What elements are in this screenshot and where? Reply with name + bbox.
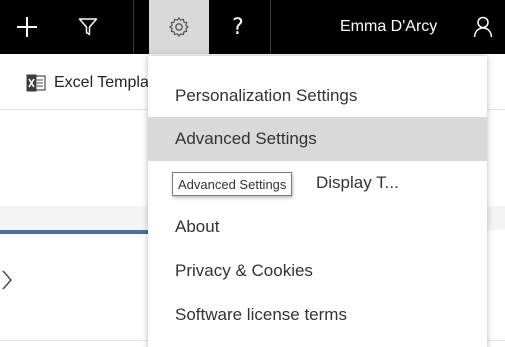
- excel-templates-label: Excel Templa: [54, 74, 149, 91]
- chevron-right-icon: [2, 270, 12, 290]
- person-icon: [473, 16, 493, 38]
- gear-icon: [169, 17, 189, 37]
- user-profile-button[interactable]: [465, 0, 501, 54]
- new-button[interactable]: [0, 0, 54, 54]
- selected-tab-indicator: [0, 230, 150, 234]
- help-button[interactable]: ?: [218, 0, 258, 54]
- excel-icon: [26, 74, 46, 92]
- tooltip: Advanced Settings: [172, 172, 293, 196]
- filter-icon: [78, 18, 98, 36]
- help-icon: ?: [232, 14, 244, 40]
- settings-button[interactable]: [149, 0, 209, 54]
- menu-item-personalization-settings[interactable]: Personalization Settings: [148, 74, 487, 118]
- settings-menu: Personalization Settings Advanced Settin…: [148, 56, 487, 347]
- filter-button[interactable]: [66, 0, 110, 54]
- nav-separator: [270, 0, 271, 54]
- excel-templates-button[interactable]: Excel Templa: [26, 66, 149, 100]
- menu-item-about[interactable]: About: [148, 205, 487, 249]
- user-name[interactable]: Emma D'Arcy: [340, 0, 437, 54]
- expand-button[interactable]: [0, 268, 20, 298]
- plus-icon: [17, 17, 37, 37]
- menu-item-privacy-cookies[interactable]: Privacy & Cookies: [148, 249, 487, 293]
- menu-item-software-license-terms[interactable]: Software license terms: [148, 293, 487, 337]
- nav-separator: [133, 0, 134, 54]
- menu-item-advanced-settings[interactable]: Advanced Settings: [148, 117, 487, 161]
- top-nav-bar: ? Emma D'Arcy: [0, 0, 505, 54]
